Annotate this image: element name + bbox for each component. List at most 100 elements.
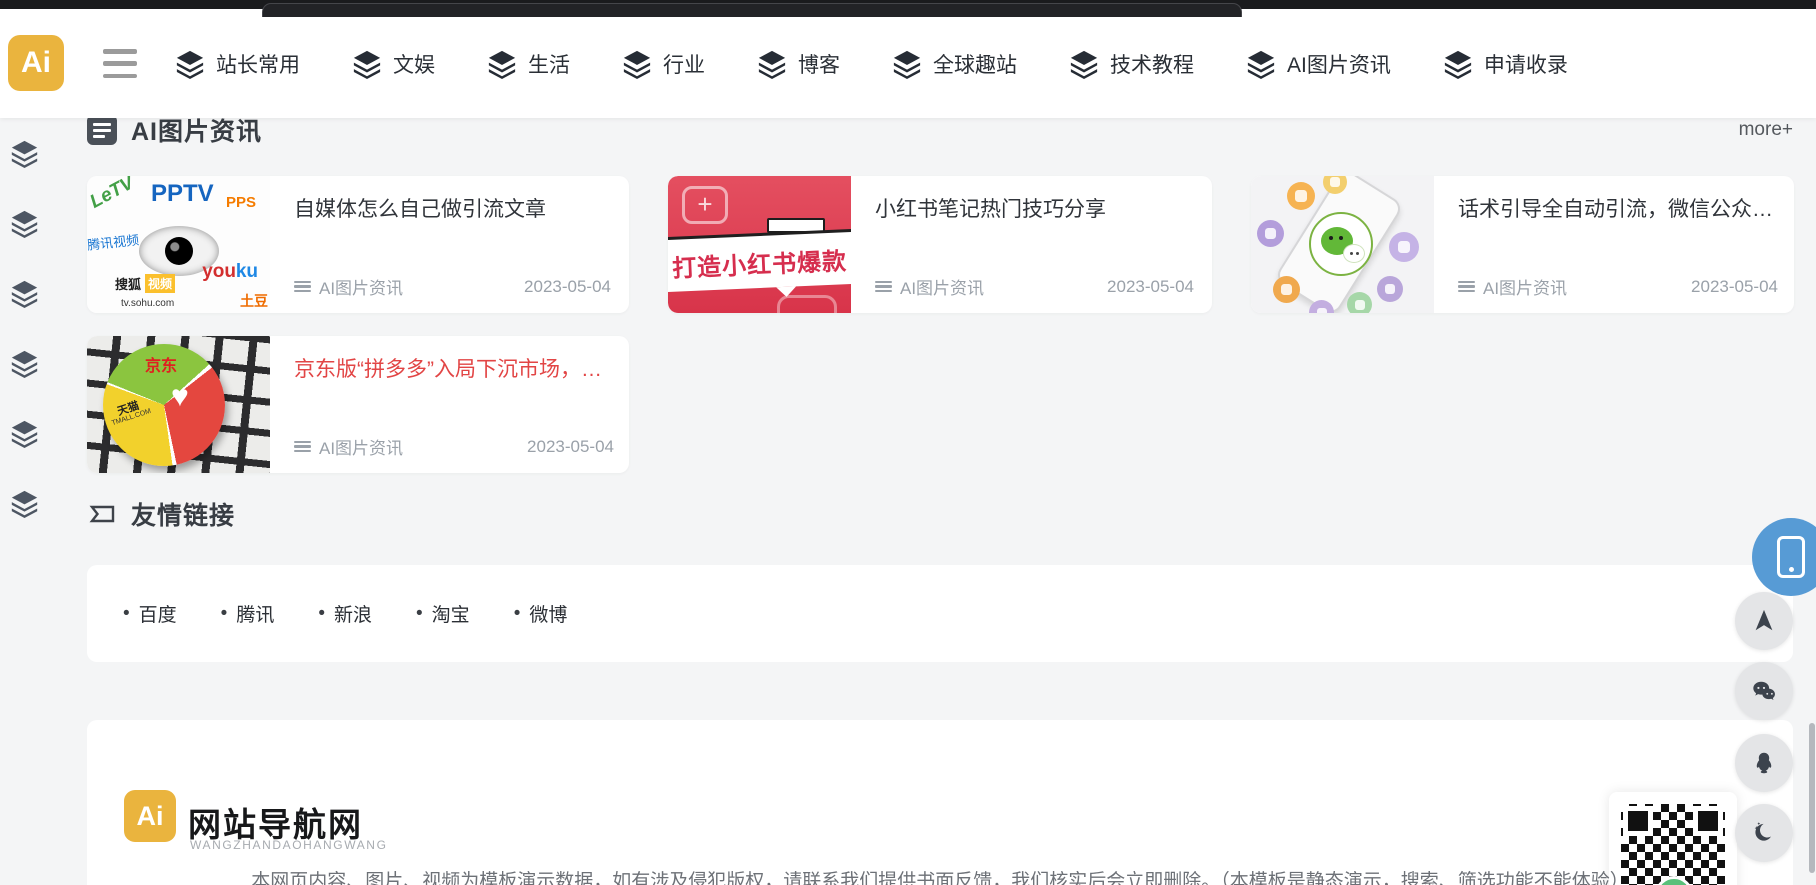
links-section-header: 友情链接 (87, 496, 235, 532)
article-body: 话术引导全自动引流，微信公众号... AI图片资讯 2023-05-04 (1434, 176, 1794, 313)
hamburger-menu-icon[interactable] (103, 49, 137, 78)
nav-item-webmaster[interactable]: 站长常用 (175, 49, 300, 79)
friend-link-label: 新浪 (334, 600, 372, 627)
app-dot (1287, 182, 1315, 210)
rail-layers-icon-6[interactable] (10, 489, 39, 518)
article-meta: AI图片资讯 2023-05-04 (294, 274, 611, 299)
article-card[interactable]: 京东 ♥ 天猫 TMALL.COM 京东版“拼多多”入局下沉市场，双1... A… (87, 336, 629, 473)
news-list-icon (87, 115, 117, 145)
friend-link-label: 淘宝 (432, 600, 470, 627)
qq-contact-button[interactable] (1735, 734, 1793, 792)
thumb-label: you (202, 261, 236, 283)
article-card[interactable]: LeTV PPTV PPS 腾讯视频 you ku 搜狐 视频 tv.sohu.… (87, 176, 629, 313)
side-rail (10, 139, 39, 518)
friend-link-sina[interactable]: 新浪 (318, 600, 372, 627)
friend-link-label: 微博 (529, 600, 567, 627)
rail-layers-icon-1[interactable] (10, 139, 39, 168)
article-thumbnail[interactable]: LeTV PPTV PPS 腾讯视频 you ku 搜狐 视频 tv.sohu.… (87, 176, 270, 313)
thumb-label: 土豆 (240, 291, 268, 311)
article-card[interactable]: 话术引导全自动引流，微信公众号... AI图片资讯 2023-05-04 (1251, 176, 1794, 313)
back-to-top-button[interactable] (1735, 592, 1793, 650)
article-date: 2023-05-04 (1691, 277, 1778, 297)
qr-finder-pattern (1623, 806, 1653, 836)
site-logo[interactable]: Ai (8, 35, 64, 91)
article-category: AI图片资讯 (294, 274, 403, 299)
qr-finder-pattern (1693, 806, 1723, 836)
wechat-share-button[interactable] (1735, 662, 1793, 720)
thumb-banner: 打造小红书爆款 (668, 232, 851, 292)
footer-disclaimer: 本网页内容、图片、视频为模板演示数据，如有涉及侵犯版权，请联系我们提供书面反馈，… (87, 866, 1793, 885)
category-label: AI图片资讯 (319, 434, 403, 459)
app-dot (1389, 232, 1419, 262)
article-card-grid: LeTV PPTV PPS 腾讯视频 you ku 搜狐 视频 tv.sohu.… (87, 176, 1793, 473)
nav-item-label: 技术教程 (1110, 49, 1194, 79)
layers-icon (622, 49, 652, 79)
article-title[interactable]: 小红书笔记热门技巧分享 (875, 196, 1194, 224)
layers-icon (175, 49, 205, 79)
thumb-label: PPTV (151, 180, 214, 208)
article-body: 京东版“拼多多”入局下沉市场，双1... AI图片资讯 2023-05-04 (270, 336, 629, 473)
footer-logo[interactable]: Ai (124, 790, 176, 842)
nav-menu: 站长常用 文娱 生活 行业 博客 全球趣站 (175, 9, 1568, 118)
friend-link-label: 腾讯 (236, 600, 274, 627)
article-thumbnail[interactable] (1251, 176, 1434, 313)
app-dot (1347, 292, 1372, 313)
layers-icon (1246, 49, 1276, 79)
nav-item-ai-image-news[interactable]: AI图片资讯 (1246, 49, 1391, 79)
plus-icon (682, 186, 728, 224)
browser-tab-hint (262, 3, 1242, 17)
scrollbar-thumb[interactable] (1809, 723, 1815, 873)
article-category: AI图片资讯 (294, 434, 403, 459)
night-mode-icon (1751, 820, 1777, 846)
footer-site-name-en: WANGZHANDAOHANGWANG (190, 838, 388, 852)
smartphone-icon (1777, 536, 1805, 578)
article-card[interactable]: 打造小红书爆款 小红书笔记热门技巧分享 AI图片资讯 2023-05-04 (668, 176, 1212, 313)
friend-link-weibo[interactable]: 微博 (514, 600, 568, 627)
footer: Ai 网站导航网 WANGZHANDAOHANGWANG ⌂ 本网页内容、图片、… (87, 720, 1793, 885)
thumb-label: ku (236, 261, 258, 283)
thumb-label: tv.sohu.com (121, 298, 174, 309)
nav-item-global-sites[interactable]: 全球趣站 (892, 49, 1017, 79)
chip-graphic (767, 218, 825, 233)
rail-layers-icon-5[interactable] (10, 419, 39, 448)
page-root: Ai 站长常用 文娱 生活 行业 博客 (0, 0, 1816, 885)
category-lines-icon (1458, 281, 1475, 293)
browser-top-strip (0, 0, 1816, 9)
rail-layers-icon-3[interactable] (10, 279, 39, 308)
nav-item-label: 申请收录 (1484, 49, 1568, 79)
night-mode-button[interactable] (1735, 804, 1793, 862)
nav-item-entertainment[interactable]: 文娱 (352, 49, 435, 79)
article-body: 自媒体怎么自己做引流文章 AI图片资讯 2023-05-04 (270, 176, 629, 313)
nav-item-apply-inclusion[interactable]: 申请收录 (1443, 49, 1568, 79)
nav-item-industry[interactable]: 行业 (622, 49, 705, 79)
nav-item-life[interactable]: 生活 (487, 49, 570, 79)
thumb-label: LeTV (87, 176, 138, 214)
article-thumbnail[interactable]: 打造小红书爆款 (668, 176, 851, 313)
layers-icon (892, 49, 922, 79)
qq-icon (1751, 750, 1777, 776)
article-title[interactable]: 京东版“拼多多”入局下沉市场，双1... (294, 356, 614, 384)
article-thumbnail[interactable]: 京东 ♥ 天猫 TMALL.COM (87, 336, 270, 473)
main-navbar: Ai 站长常用 文娱 生活 行业 博客 (0, 9, 1816, 118)
thumb-label: 京东 (145, 352, 177, 376)
article-date: 2023-05-04 (524, 277, 611, 297)
nav-item-blog[interactable]: 博客 (757, 49, 840, 79)
layers-icon (757, 49, 787, 79)
friend-links-panel: 百度 腾讯 新浪 淘宝 微博 (87, 565, 1793, 662)
app-dot (1273, 276, 1300, 303)
nav-item-label: 生活 (528, 49, 570, 79)
friend-link-taobao[interactable]: 淘宝 (416, 600, 470, 627)
more-link[interactable]: more+ (1739, 119, 1793, 141)
rail-layers-icon-4[interactable] (10, 349, 39, 378)
layers-icon (352, 49, 382, 79)
friend-link-tencent[interactable]: 腾讯 (221, 600, 275, 627)
friend-link-baidu[interactable]: 百度 (123, 600, 177, 627)
layers-icon (1443, 49, 1473, 79)
rail-layers-icon-2[interactable] (10, 209, 39, 238)
category-label: AI图片资讯 (319, 274, 403, 299)
nav-item-tech-tutorials[interactable]: 技术教程 (1069, 49, 1194, 79)
nav-item-label: 行业 (663, 49, 705, 79)
category-lines-icon (875, 281, 892, 293)
article-title[interactable]: 话术引导全自动引流，微信公众号... (1458, 196, 1778, 224)
article-title[interactable]: 自媒体怎么自己做引流文章 (294, 196, 611, 224)
